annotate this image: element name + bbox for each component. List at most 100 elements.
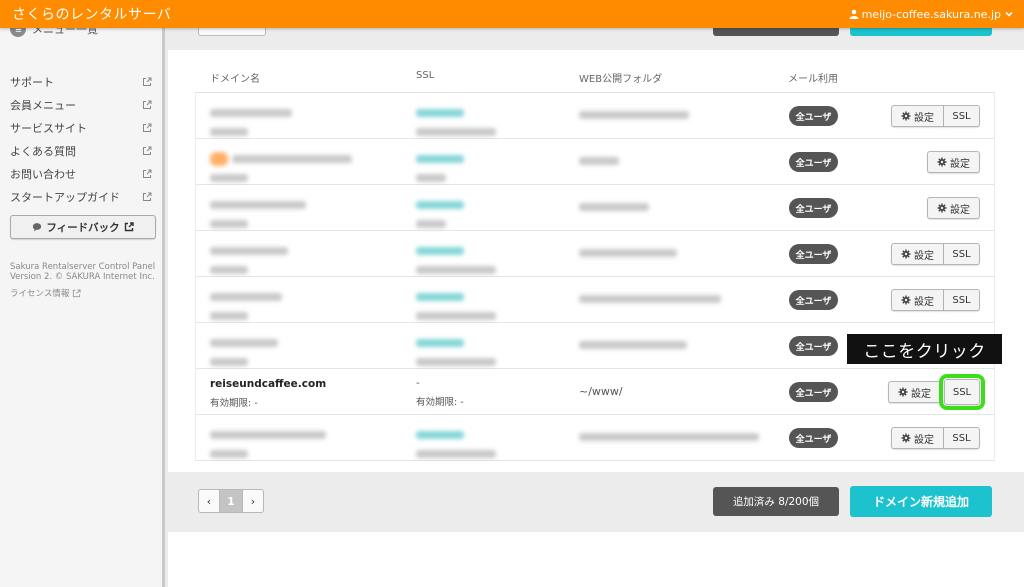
ssl-expiry: 有効期限: - — [416, 397, 464, 408]
table-row: 全ユーザ 設定 SSL — [195, 231, 995, 277]
web-folder-cell — [579, 293, 721, 306]
sidebar-item-service-site[interactable]: サービスサイト — [0, 116, 162, 139]
domain-name[interactable]: reiseundcaffee.com — [210, 378, 326, 390]
external-link-icon — [143, 192, 152, 201]
sidebar: メニュー一覧 サポート 会員メニュー サービスサイト よくある質問 お問い合わせ… — [0, 21, 165, 587]
click-here-callout: ここをクリック — [847, 334, 1002, 364]
gear-icon — [901, 111, 911, 121]
ssl-button[interactable]: SSL — [944, 243, 980, 265]
ssl-button[interactable]: SSL — [944, 427, 980, 449]
add-domain-button[interactable]: ドメイン新規追加 — [850, 486, 992, 517]
account-name: meijo-coffee.sakura.ne.jp — [861, 7, 1001, 21]
feedback-button[interactable]: フィードバック — [10, 215, 156, 239]
external-link-icon — [143, 100, 152, 109]
domain-cell — [210, 240, 288, 278]
mail-badge: 全ユーザ — [789, 106, 838, 126]
settings-button[interactable]: 設定 — [891, 105, 944, 127]
added-count-badge: 追加済み 8/200個 — [713, 487, 839, 516]
current-page[interactable]: 1 — [220, 489, 242, 513]
ssl-cell — [416, 286, 496, 324]
domain-expiry: 有効期限: - — [210, 398, 258, 409]
mail-badge: 全ユーザ — [789, 428, 838, 448]
gear-icon — [901, 249, 911, 259]
table-footer: ‹ 1 › 追加済み 8/200個 ドメイン新規追加 — [168, 472, 1024, 532]
domain-cell — [210, 286, 282, 324]
ssl-cell — [416, 102, 496, 140]
column-domain: ドメイン名 — [210, 74, 260, 85]
web-folder-cell — [579, 155, 619, 168]
next-page-button[interactable]: › — [242, 489, 264, 513]
mail-badge: 全ユーザ — [789, 290, 838, 310]
ssl-button[interactable]: SSL — [944, 105, 980, 127]
domain-cell — [210, 332, 278, 370]
mail-badge: 全ユーザ — [789, 382, 838, 402]
table-row: 全ユーザ 設定 SSL — [195, 277, 995, 323]
external-link-icon — [143, 123, 152, 132]
settings-button[interactable]: 設定 — [891, 427, 944, 449]
web-folder-cell: ~/www/ — [579, 385, 623, 398]
ssl-status: - — [416, 378, 420, 389]
ssl-button[interactable]: SSL — [944, 289, 980, 311]
web-folder-cell — [579, 339, 687, 352]
web-folder-cell — [579, 431, 759, 444]
ssl-cell — [416, 332, 496, 370]
settings-button[interactable]: 設定 — [891, 289, 944, 311]
license-link[interactable]: ライセンス情報 — [10, 287, 81, 299]
gear-icon — [901, 295, 911, 305]
settings-button[interactable]: 設定 — [927, 197, 980, 219]
sidebar-item-contact[interactable]: お問い合わせ — [0, 162, 162, 185]
settings-button[interactable]: 設定 — [888, 381, 941, 403]
chat-icon — [33, 223, 42, 232]
external-link-icon — [143, 169, 152, 178]
settings-button[interactable]: 設定 — [927, 151, 980, 173]
row-actions: 設定 SSL — [891, 243, 980, 265]
account-menu[interactable]: meijo-coffee.sakura.ne.jp — [849, 8, 1014, 21]
gear-icon — [937, 203, 947, 213]
domain-cell — [210, 424, 326, 462]
settings-button[interactable]: 設定 — [891, 243, 944, 265]
column-mail: メール利用 — [788, 74, 838, 85]
mail-badge: 全ユーザ — [789, 152, 838, 172]
table-row-reiseundcaffee: reiseundcaffee.com 有効期限: - - 有効期限: - ~/w… — [195, 369, 995, 415]
top-header: さくらのレンタルサーバ meijo-coffee.sakura.ne.jp — [0, 0, 1024, 28]
sidebar-item-startup-guide[interactable]: スタートアップガイド — [0, 185, 162, 208]
domain-cell: reiseundcaffee.com 有効期限: - — [210, 378, 326, 409]
row-actions: 設定 SSL — [888, 374, 985, 410]
domain-cell — [210, 194, 306, 232]
column-web-folder: WEB公開フォルダ — [579, 74, 663, 85]
external-link-icon — [143, 146, 152, 155]
domain-table: 全ユーザ 設定 SSL 全ユーザ 設定 全ユーザ 設定 全ユーザ 設定 SSL — [195, 92, 995, 461]
prev-page-button[interactable]: ‹ — [198, 489, 220, 513]
web-folder-cell — [579, 247, 677, 260]
gear-icon — [937, 157, 947, 167]
row-actions: 設定 — [927, 197, 980, 219]
row-actions: 設定 — [927, 151, 980, 173]
user-icon — [849, 9, 859, 19]
sidebar-footer: Sakura Rentalserver Control Panel Versio… — [10, 262, 156, 282]
chevron-down-icon — [1005, 11, 1013, 17]
domain-cell — [210, 102, 292, 140]
external-link-icon — [73, 288, 81, 297]
table-row: 全ユーザ 設定 SSL — [195, 415, 995, 461]
ssl-cell — [416, 240, 496, 278]
top-controls-strip — [168, 20, 1024, 50]
row-actions: 設定 SSL — [891, 105, 980, 127]
table-header: ドメイン名 SSL WEB公開フォルダ メール利用 — [0, 70, 1024, 85]
gear-icon — [901, 433, 911, 443]
column-ssl: SSL — [416, 70, 435, 81]
web-folder-cell — [579, 109, 689, 122]
mail-badge: 全ユーザ — [789, 336, 838, 356]
gear-icon — [898, 387, 908, 397]
ssl-button-highlighted[interactable]: SSL — [939, 374, 985, 410]
table-row: 全ユーザ 設定 SSL — [195, 93, 995, 139]
sidebar-item-member[interactable]: 会員メニュー — [0, 93, 162, 116]
table-row: 全ユーザ 設定 — [195, 185, 995, 231]
sidebar-links: サポート 会員メニュー サービスサイト よくある質問 お問い合わせ スタートアッ… — [0, 70, 162, 208]
web-folder-cell — [579, 201, 649, 214]
pagination: ‹ 1 › — [198, 489, 264, 513]
brand-title[interactable]: さくらのレンタルサーバ — [12, 4, 171, 24]
sidebar-item-faq[interactable]: よくある質問 — [0, 139, 162, 162]
ssl-cell — [416, 194, 464, 232]
ssl-cell — [416, 148, 464, 186]
mail-badge: 全ユーザ — [789, 244, 838, 264]
